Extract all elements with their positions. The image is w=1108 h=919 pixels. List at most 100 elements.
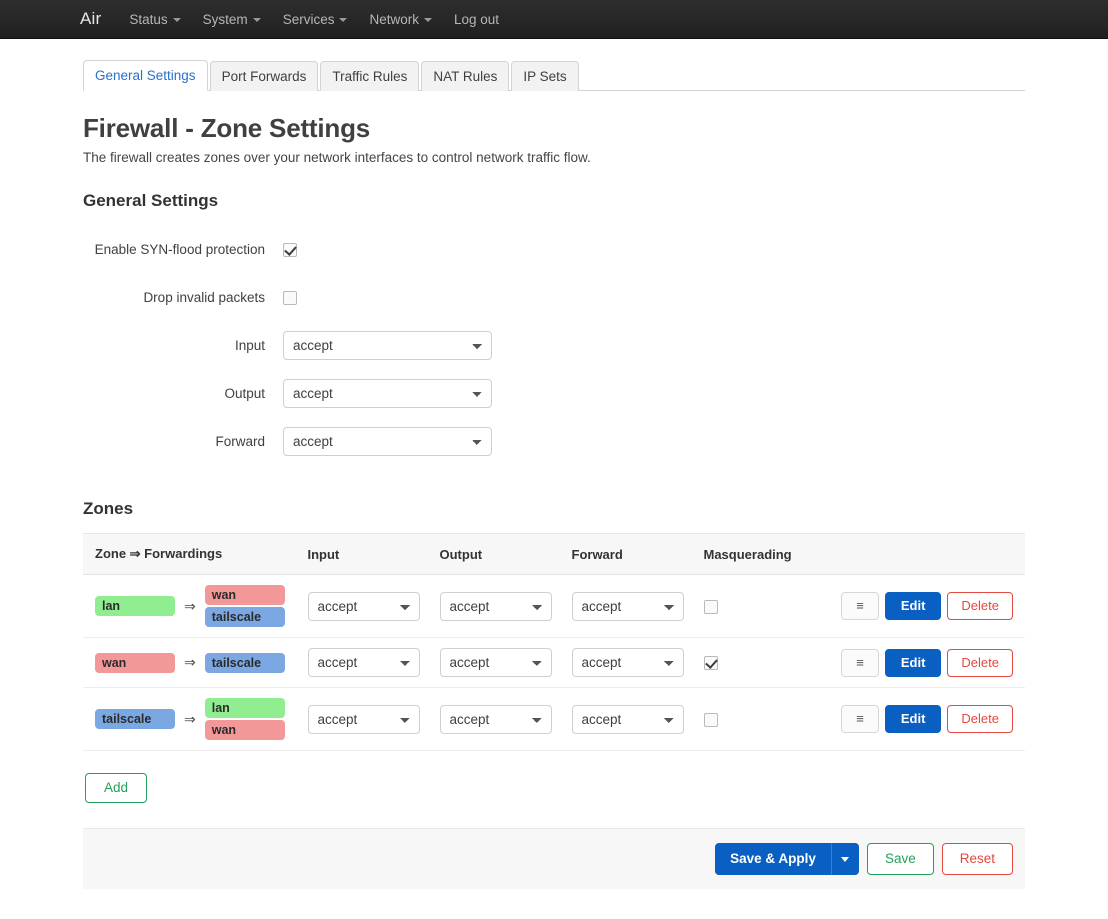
edit-button[interactable]: Edit bbox=[884, 705, 942, 733]
brand-logo[interactable]: Air bbox=[80, 9, 101, 29]
label-input: Input bbox=[234, 337, 265, 353]
save-button[interactable]: Save bbox=[866, 843, 934, 875]
page-content: General Settings Port Forwards Traffic R… bbox=[83, 60, 1025, 919]
zone-forward-select[interactable]: accept bbox=[571, 704, 684, 734]
zone-output-cell: accept bbox=[429, 637, 562, 688]
zones-header-row: Zone ⇒ Forwardings Input Output Forward … bbox=[83, 533, 1025, 575]
tab-general-settings[interactable]: General Settings bbox=[83, 60, 208, 91]
tab-ip-sets[interactable]: IP Sets bbox=[511, 61, 579, 91]
masquerading-checkbox[interactable] bbox=[703, 599, 718, 614]
table-row: tailscale ⇒ lan wan accept accept accept… bbox=[83, 687, 1025, 751]
zone-forward-select[interactable]: accept bbox=[571, 591, 684, 621]
zone-input-cell: accept bbox=[297, 637, 430, 688]
masquerading-checkbox[interactable] bbox=[703, 656, 718, 671]
zones-heading: Zones bbox=[83, 499, 134, 518]
drag-handle-icon[interactable]: ≡ bbox=[841, 592, 879, 620]
zone-input-cell: accept bbox=[297, 574, 430, 638]
tab-traffic-rules[interactable]: Traffic Rules bbox=[320, 61, 420, 91]
zone-output-cell: accept bbox=[429, 687, 562, 751]
label-drop-invalid: Drop invalid packets bbox=[143, 289, 265, 305]
forward-policy-select[interactable]: accept bbox=[283, 426, 492, 456]
zone-badge-source[interactable]: lan bbox=[95, 596, 175, 616]
add-zone-wrapper: Add bbox=[83, 773, 1025, 803]
drag-handle-icon[interactable]: ≡ bbox=[841, 648, 879, 677]
nav-item-status[interactable]: Status bbox=[129, 12, 181, 27]
column-header-actions bbox=[831, 533, 1025, 575]
zones-table-body: lan ⇒ wan tailscale accept accept accept… bbox=[83, 574, 1025, 751]
top-navbar: Air Status System Services Network Log o… bbox=[0, 0, 1108, 39]
zone-forward-cell: accept bbox=[561, 687, 694, 751]
forward-arrow-icon: ⇒ bbox=[184, 597, 196, 614]
column-header-output: Output bbox=[429, 533, 562, 575]
zone-badge-target[interactable]: wan bbox=[204, 720, 285, 740]
form-row-input: Input accept bbox=[83, 321, 1025, 369]
nav-item-system-label: System bbox=[202, 11, 248, 27]
input-policy-select[interactable]: accept bbox=[283, 330, 492, 360]
zones-table: Zone ⇒ Forwardings Input Output Forward … bbox=[83, 533, 1025, 751]
save-apply-group: Save & Apply bbox=[715, 843, 859, 875]
delete-button[interactable]: Delete bbox=[947, 705, 1013, 733]
zone-actions-cell: ≡ Edit Delete bbox=[831, 637, 1025, 688]
forward-arrow-icon: ⇒ bbox=[184, 710, 196, 727]
drag-handle-icon[interactable]: ≡ bbox=[841, 705, 879, 733]
chevron-down-icon bbox=[339, 18, 348, 22]
zone-masquerading-cell bbox=[693, 637, 832, 688]
zone-cell-lan: lan ⇒ wan tailscale bbox=[83, 574, 298, 638]
zone-input-cell: accept bbox=[297, 687, 430, 751]
zone-badge-source[interactable]: tailscale bbox=[95, 709, 175, 729]
edit-button[interactable]: Edit bbox=[884, 592, 942, 620]
nav-item-services[interactable]: Services bbox=[283, 12, 348, 27]
nav-item-logout[interactable]: Log out bbox=[454, 12, 499, 27]
zone-input-select[interactable]: accept bbox=[307, 591, 420, 621]
page-title: Firewall - Zone Settings bbox=[83, 113, 371, 143]
tab-nat-rules[interactable]: NAT Rules bbox=[421, 61, 510, 91]
zone-masquerading-cell bbox=[693, 574, 832, 638]
form-row-forward: Forward accept bbox=[83, 417, 1025, 465]
zone-forward-select[interactable]: accept bbox=[571, 648, 684, 677]
general-settings-heading: General Settings bbox=[83, 191, 219, 210]
save-and-apply-button[interactable]: Save & Apply bbox=[715, 843, 831, 875]
zone-badge-target[interactable]: wan bbox=[204, 585, 285, 605]
zone-badge-target[interactable]: tailscale bbox=[204, 652, 285, 673]
delete-button[interactable]: Delete bbox=[947, 592, 1013, 620]
chevron-down-icon bbox=[840, 856, 849, 862]
reset-button[interactable]: Reset bbox=[941, 843, 1013, 875]
zone-input-select[interactable]: accept bbox=[307, 704, 420, 734]
zone-input-select[interactable]: accept bbox=[307, 648, 420, 677]
page-description: The firewall creates zones over your net… bbox=[83, 150, 591, 165]
edit-button[interactable]: Edit bbox=[884, 648, 942, 677]
drop-invalid-checkbox[interactable] bbox=[283, 290, 297, 305]
delete-button[interactable]: Delete bbox=[947, 648, 1013, 677]
column-header-input: Input bbox=[297, 533, 430, 575]
masquerading-checkbox[interactable] bbox=[703, 712, 718, 727]
form-row-syn-flood: Enable SYN-flood protection bbox=[83, 225, 1025, 273]
output-policy-select[interactable]: accept bbox=[283, 378, 492, 408]
nav-item-system[interactable]: System bbox=[203, 12, 261, 27]
add-zone-button[interactable]: Add bbox=[85, 773, 148, 803]
label-syn-flood: Enable SYN-flood protection bbox=[94, 241, 265, 257]
zone-output-select[interactable]: accept bbox=[439, 591, 552, 621]
nav-item-network[interactable]: Network bbox=[369, 12, 432, 27]
zone-output-select[interactable]: accept bbox=[439, 704, 552, 734]
chevron-down-icon bbox=[172, 18, 181, 22]
syn-flood-checkbox[interactable] bbox=[283, 242, 297, 257]
zones-table-head: Zone ⇒ Forwardings Input Output Forward … bbox=[83, 533, 1025, 575]
zone-actions-cell: ≡ Edit Delete bbox=[831, 687, 1025, 751]
zone-badge-target[interactable]: tailscale bbox=[204, 607, 285, 627]
zone-output-select[interactable]: accept bbox=[439, 648, 552, 677]
page-wrapper: General Settings Port Forwards Traffic R… bbox=[0, 60, 1108, 919]
form-action-bar: Save & Apply Save Reset bbox=[83, 828, 1025, 889]
zone-masquerading-cell bbox=[693, 687, 832, 751]
zone-badge-source[interactable]: wan bbox=[95, 652, 175, 673]
nav-item-logout-label: Log out bbox=[453, 11, 500, 27]
zone-forward-cell: accept bbox=[561, 637, 694, 688]
nav-item-network-label: Network bbox=[369, 11, 419, 27]
chevron-down-icon bbox=[252, 18, 261, 22]
column-header-forward: Forward bbox=[561, 533, 694, 575]
zones-section: Zones Zone ⇒ Forwardings Input Output Fo… bbox=[83, 499, 1025, 803]
zone-badge-target[interactable]: lan bbox=[204, 698, 285, 718]
label-output: Output bbox=[224, 385, 265, 401]
tab-port-forwards[interactable]: Port Forwards bbox=[209, 61, 319, 91]
save-apply-dropdown-button[interactable] bbox=[830, 843, 859, 875]
zone-cell-tailscale: tailscale ⇒ lan wan bbox=[83, 687, 298, 751]
